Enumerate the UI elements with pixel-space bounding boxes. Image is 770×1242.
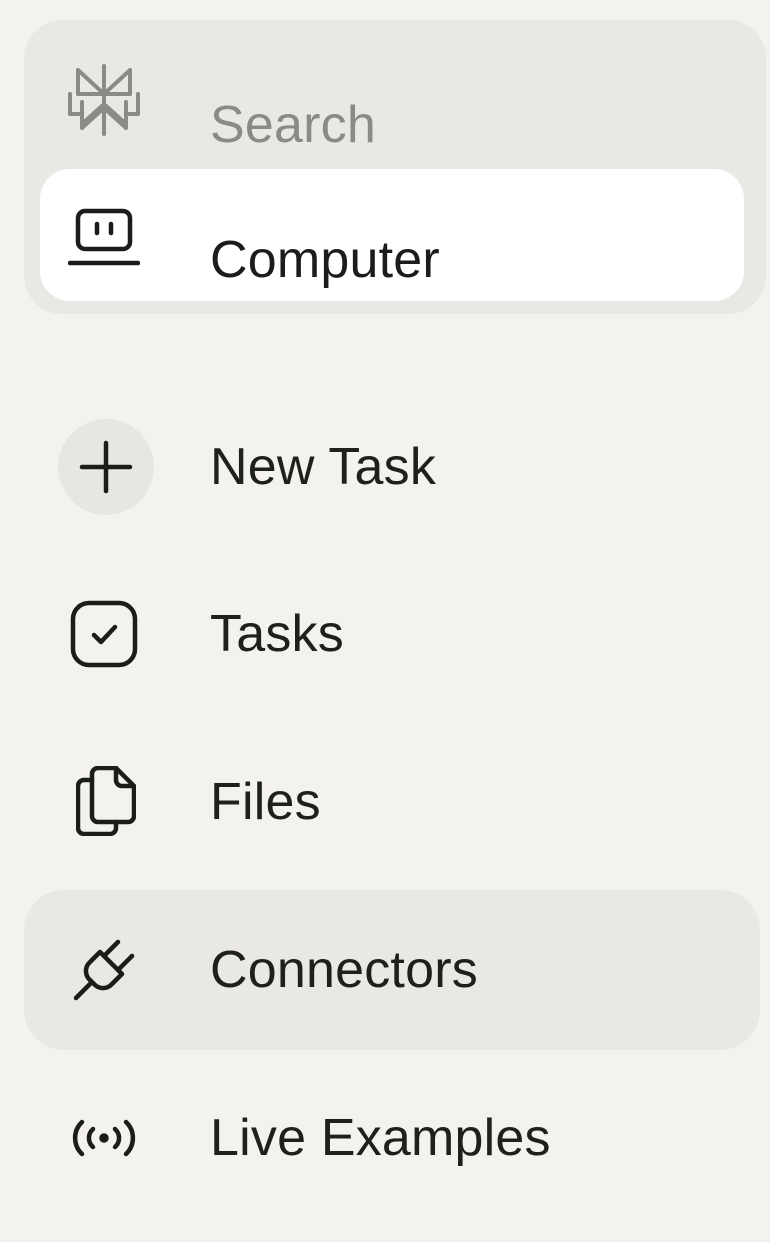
computer-button[interactable]: Computer	[40, 169, 744, 301]
computer-label: Computer	[210, 231, 440, 289]
nav-item-connectors[interactable]: Connectors	[24, 890, 760, 1050]
nav-item-label: New Task	[210, 438, 437, 496]
top-nav-group: Search Computer	[24, 20, 766, 314]
search-label: Search	[210, 96, 376, 154]
nav-item-live-examples[interactable]: Live Examples	[24, 1058, 760, 1218]
checkbox-icon	[70, 600, 138, 668]
nav-item-new-task[interactable]: New Task	[24, 387, 760, 547]
plug-icon	[73, 939, 135, 1001]
files-icon	[76, 766, 136, 836]
nav-item-tasks[interactable]: Tasks	[24, 554, 760, 714]
nav-item-files[interactable]: Files	[24, 722, 760, 882]
nav-item-label: Connectors	[210, 941, 478, 999]
broadcast-icon	[72, 1119, 136, 1157]
nav-item-label: Files	[210, 773, 321, 831]
nav-item-label: Live Examples	[210, 1109, 551, 1167]
nav-item-label: Tasks	[210, 605, 344, 663]
search-button[interactable]: Search	[24, 20, 766, 168]
plus-icon	[79, 440, 133, 494]
perplexity-logo-icon	[68, 64, 140, 136]
laptop-icon	[68, 208, 140, 266]
